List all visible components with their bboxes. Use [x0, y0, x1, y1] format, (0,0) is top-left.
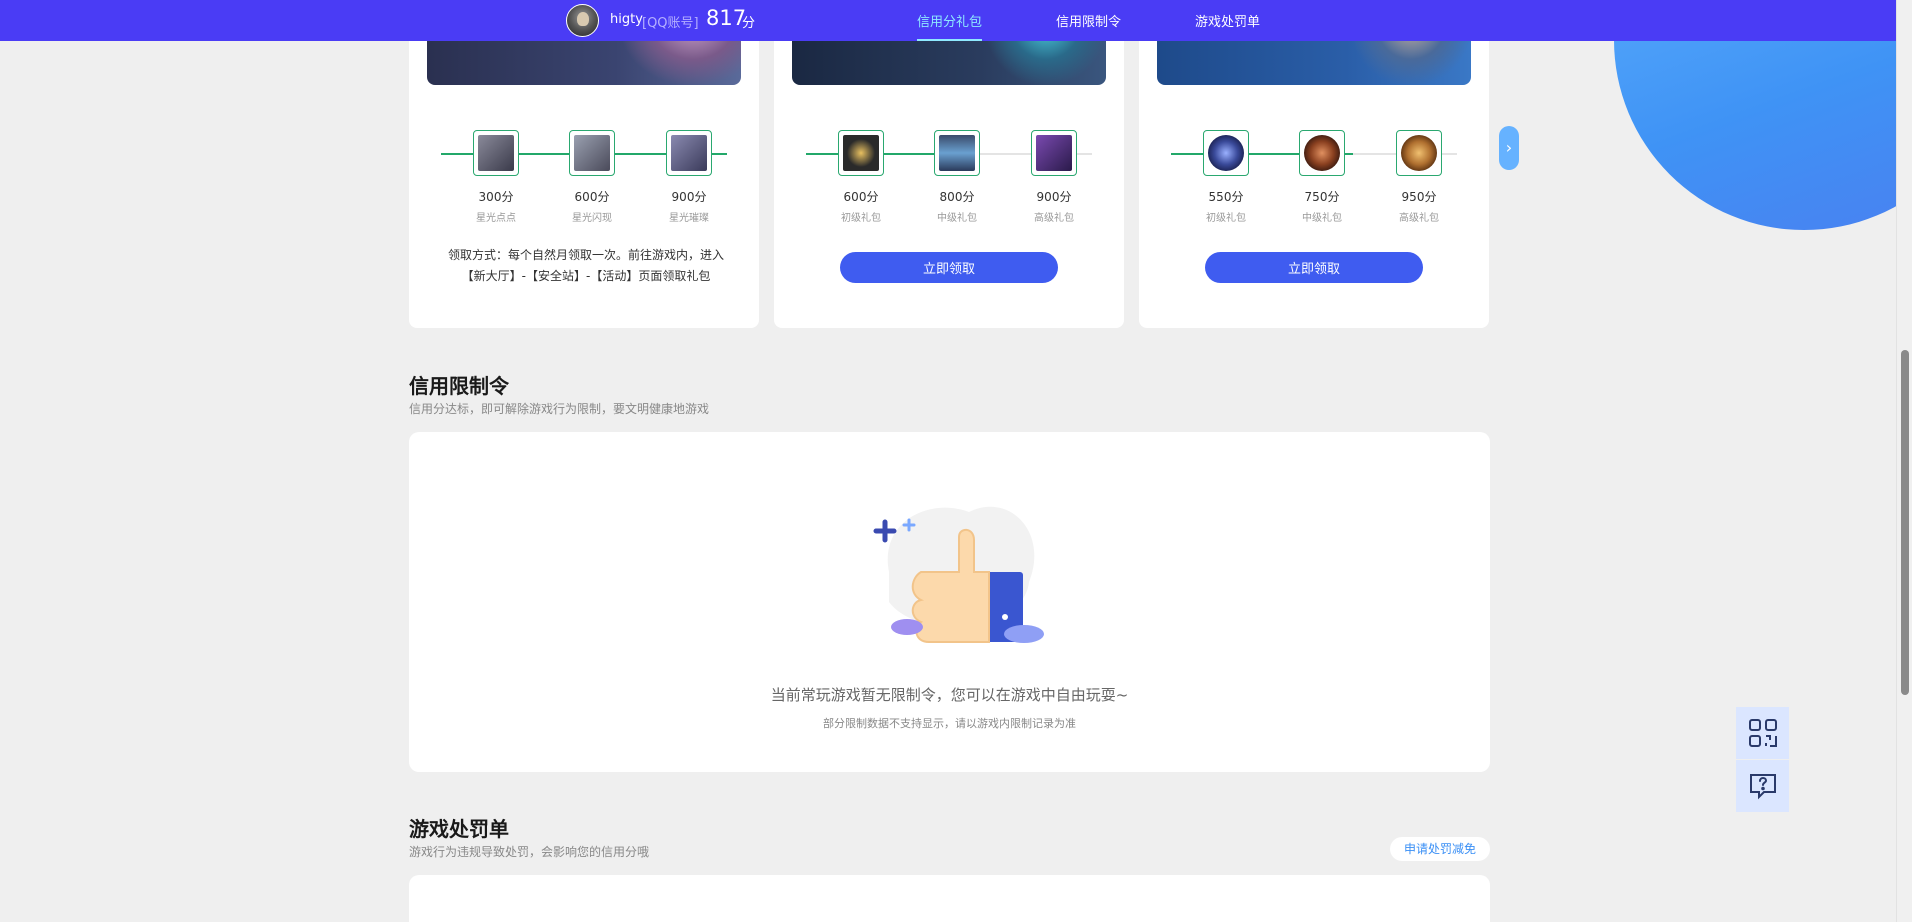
apply-penalty-reduction-button[interactable]: 申请处罚减免 — [1390, 837, 1490, 861]
reward-icon — [1299, 130, 1345, 176]
tier-name: 中级礼包 — [937, 213, 977, 224]
claim-instructions: 领取方式：每个自然月领取一次。前往游戏内，进入【新大厅】-【安全站】-【活动】页… — [447, 248, 724, 283]
reward-icon — [666, 130, 712, 176]
top-nav-bar: higty [QQ账号] 817 分 信用分礼包 信用限制令 游戏处罚单 — [0, 0, 1896, 41]
tier-name: 高级礼包 — [1034, 213, 1074, 224]
tier-points: 900分 — [671, 190, 707, 204]
qr-code-button[interactable] — [1736, 707, 1789, 759]
tier-points: 900分 — [1036, 190, 1072, 204]
tab-credit-restriction[interactable]: 信用限制令 — [1056, 11, 1121, 30]
claim-now-button[interactable]: 立即领取 — [1205, 252, 1423, 283]
tier-item: 550分 初级礼包 — [1181, 130, 1271, 224]
tier-name: 星光璀璨 — [669, 213, 709, 224]
restriction-section-title: 信用限制令 — [409, 374, 509, 398]
help-chat-icon — [1749, 774, 1776, 800]
restriction-panel: 当前常玩游戏暂无限制令，您可以在游戏中自由玩耍~ 部分限制数据不支持显示，请以游… — [409, 432, 1490, 772]
tier-points: 800分 — [939, 190, 975, 204]
username: higty — [610, 12, 643, 27]
reward-icon — [569, 130, 615, 176]
tier-points: 600分 — [843, 190, 879, 204]
tier-name: 初级礼包 — [841, 213, 881, 224]
qr-code-icon — [1748, 719, 1777, 747]
tier-points: 950分 — [1401, 190, 1437, 204]
gift-card-3: 550分 初级礼包 750分 中级礼包 950分 高级礼包 立即领取 — [1139, 0, 1489, 328]
tier-points: 300分 — [478, 190, 514, 204]
tier-item: 600分 初级礼包 — [816, 130, 906, 224]
claim-now-button[interactable]: 立即领取 — [840, 252, 1058, 283]
tier-item: 600分 星光闪现 — [547, 130, 637, 224]
gift-card-1: 300分 星光点点 600分 星光闪现 900分 星光璀璨 领取方式：每个自然月… — [409, 0, 759, 328]
reward-icon — [838, 130, 884, 176]
tier-points: 750分 — [1304, 190, 1340, 204]
tier-name: 星光闪现 — [572, 213, 612, 224]
page-scrollbar-thumb[interactable] — [1901, 350, 1909, 695]
tier-points: 550分 — [1208, 190, 1244, 204]
chevron-right-icon: › — [1505, 138, 1513, 157]
reward-icon — [1203, 130, 1249, 176]
tier-item: 900分 高级礼包 — [1009, 130, 1099, 224]
tier-item: 900分 星光璀璨 — [644, 130, 734, 224]
reward-icon — [1031, 130, 1077, 176]
feedback-button[interactable] — [1736, 760, 1789, 812]
tier-item: 300分 星光点点 — [451, 130, 541, 224]
tier-name: 高级礼包 — [1399, 213, 1439, 224]
carousel-next-button[interactable]: › — [1499, 126, 1519, 170]
tier-points: 600分 — [574, 190, 610, 204]
thumbs-up-illustration — [873, 506, 1044, 643]
penalty-section-subtitle: 游戏行为违规导致处罚，会影响您的信用分哦 — [409, 845, 650, 859]
restriction-section-subtitle: 信用分达标，即可解除游戏行为限制，要文明健康地游戏 — [409, 402, 710, 416]
tab-credit-gift[interactable]: 信用分礼包 — [917, 11, 983, 41]
reward-icon — [934, 130, 980, 176]
tab-game-penalty[interactable]: 游戏处罚单 — [1195, 11, 1260, 30]
tier-name: 星光点点 — [476, 213, 516, 224]
tier-item: 800分 中级礼包 — [912, 130, 1002, 224]
gift-card-2: 600分 初级礼包 800分 中级礼包 900分 高级礼包 立即领取 — [774, 0, 1124, 328]
reward-icon — [1396, 130, 1442, 176]
credit-score: 817 — [706, 6, 747, 30]
empty-state-note: 部分限制数据不支持显示，请以游戏内限制记录为准 — [823, 717, 1076, 730]
credit-score-unit: 分 — [742, 16, 756, 31]
avatar[interactable] — [566, 4, 599, 37]
empty-state-title: 当前常玩游戏暂无限制令，您可以在游戏中自由玩耍~ — [770, 686, 1129, 704]
account-type: [QQ账号] — [642, 16, 699, 31]
tier-item: 750分 中级礼包 — [1277, 130, 1367, 224]
penalty-section-title: 游戏处罚单 — [409, 817, 509, 841]
tier-name: 初级礼包 — [1206, 213, 1246, 224]
tier-item: 950分 高级礼包 — [1374, 130, 1464, 224]
penalty-panel — [409, 875, 1490, 922]
reward-icon — [473, 130, 519, 176]
tier-name: 中级礼包 — [1302, 213, 1342, 224]
